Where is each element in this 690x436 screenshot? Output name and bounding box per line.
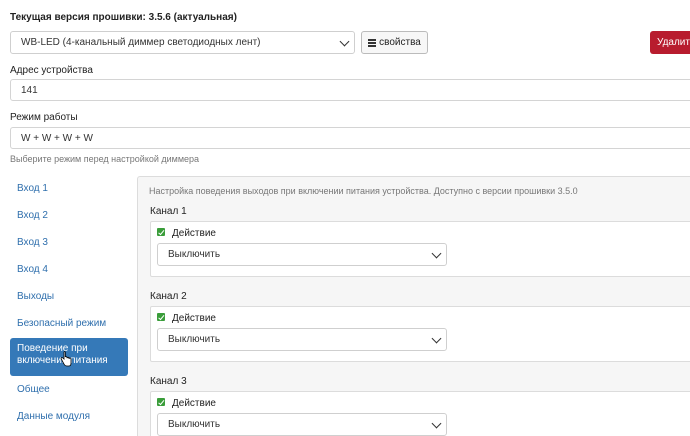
mode-hint: Выберите режим перед настройкой диммера <box>10 154 200 164</box>
delete-button-label: Удалить <box>657 37 690 48</box>
chevron-down-icon <box>431 418 442 428</box>
channel-1-checkbox[interactable] <box>157 228 165 236</box>
chevron-down-icon <box>339 36 350 46</box>
channel-2-checkbox-label: Действие <box>172 313 216 324</box>
channel-3-checkbox-label: Действие <box>172 398 216 409</box>
channel-2-title: Канал 2 <box>150 291 187 302</box>
properties-button-label: свойства <box>379 37 421 48</box>
chevron-down-icon <box>431 248 442 258</box>
channel-3-title: Канал 3 <box>150 376 187 387</box>
channel-2-select[interactable]: Выключить <box>157 328 447 351</box>
channel-3-checkbox[interactable] <box>157 398 165 406</box>
device-type-value: WB-LED (4-канальный диммер светодиодных … <box>21 37 261 48</box>
nav-item-input-3[interactable]: Вход 3 <box>17 237 48 248</box>
nav-item-input-1[interactable]: Вход 1 <box>17 183 48 194</box>
channel-1-checkbox-label: Действие <box>172 228 216 239</box>
nav-item-outputs[interactable]: Выходы <box>17 291 54 302</box>
mode-value: W + W + W + W <box>21 132 93 144</box>
address-input[interactable]: 141 <box>10 79 690 101</box>
channel-2-checkbox[interactable] <box>157 313 165 321</box>
nav-item-general[interactable]: Общее <box>17 384 50 395</box>
properties-button[interactable]: свойства <box>361 31 428 54</box>
list-icon <box>368 39 377 47</box>
nav-item-input-2[interactable]: Вход 2 <box>17 210 48 221</box>
delete-button[interactable]: Удалить <box>650 31 690 54</box>
firmware-version: Текущая версия прошивки: 3.5.6 (актуальн… <box>10 12 237 23</box>
device-type-select[interactable]: WB-LED (4-канальный диммер светодиодных … <box>10 31 355 54</box>
nav-item-input-4[interactable]: Вход 4 <box>17 264 48 275</box>
nav-item-safe-mode[interactable]: Безопасный режим <box>17 318 106 329</box>
channel-1-select[interactable]: Выключить <box>157 243 447 266</box>
channel-3-select-value: Выключить <box>168 419 221 430</box>
mode-select[interactable]: W + W + W + W <box>10 127 690 149</box>
channel-2-select-value: Выключить <box>168 334 221 345</box>
hand-cursor-icon <box>60 351 72 367</box>
address-label: Адрес устройства <box>10 65 93 76</box>
channel-1-title: Канал 1 <box>150 206 187 217</box>
chevron-down-icon <box>431 333 442 343</box>
panel-note: Настройка поведения выходов при включени… <box>149 186 578 196</box>
channel-3-select[interactable]: Выключить <box>157 413 447 436</box>
channel-1-select-value: Выключить <box>168 249 221 260</box>
address-value: 141 <box>21 84 38 96</box>
mode-label: Режим работы <box>10 112 78 123</box>
nav-item-module-data[interactable]: Данные модуля <box>17 411 90 422</box>
